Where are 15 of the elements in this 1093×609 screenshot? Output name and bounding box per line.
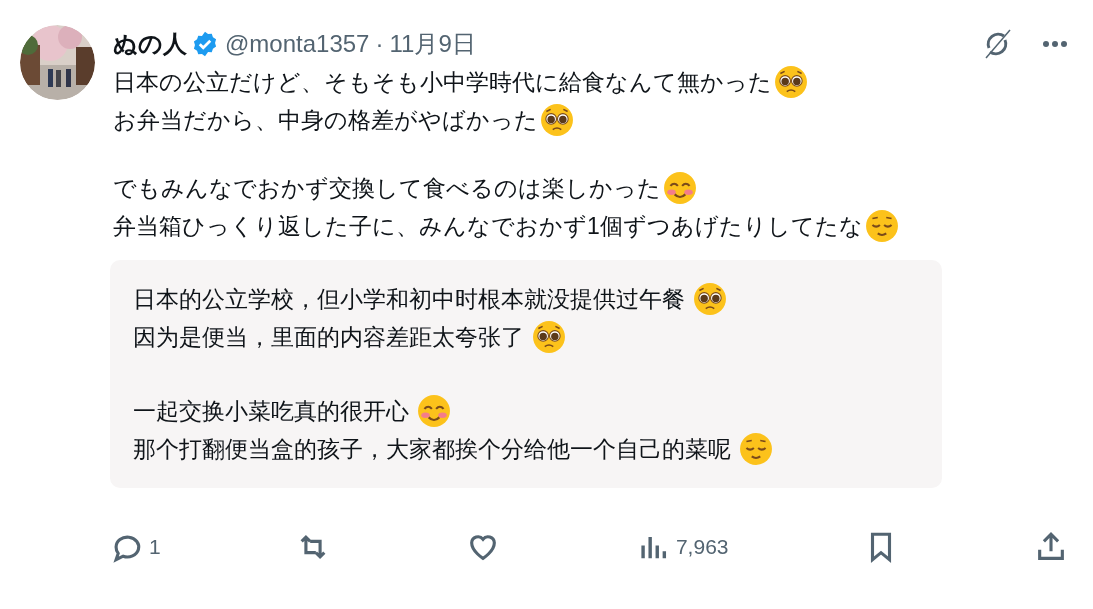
- translated-text: 因为是便当，里面的内容差距太夸张了: [133, 323, 525, 352]
- post-text: お弁当だから、中身の格差がやばかった: [113, 106, 538, 135]
- author-name[interactable]: ぬの人: [113, 26, 187, 62]
- translated-text: 那个打翻便当盒的孩子，大家都挨个分给他一个自己的菜呢: [133, 435, 732, 464]
- more-icon[interactable]: [1042, 40, 1068, 48]
- separator: ·: [375, 29, 384, 59]
- translated-text: 一起交换小菜吃真的很开心: [133, 397, 410, 426]
- post-date[interactable]: 11月9日: [389, 26, 476, 62]
- author-handle[interactable]: @monta1357: [225, 26, 370, 62]
- post-text: 弁当箱ひっくり返した子に、みんなでおかず1個ずつあげたりしてたな: [113, 212, 863, 241]
- views-button[interactable]: 7,963: [635, 530, 729, 564]
- post-text: でもみんなでおかず交換して食べるのは楽しかった: [113, 174, 661, 203]
- post-text: 日本の公立だけど、そもそも小中学時代に給食なんて無かった: [113, 68, 772, 97]
- reply-button[interactable]: 1: [109, 530, 161, 564]
- translated-text: 日本的公立学校，但小学和初中时根本就没提供过午餐: [133, 285, 686, 314]
